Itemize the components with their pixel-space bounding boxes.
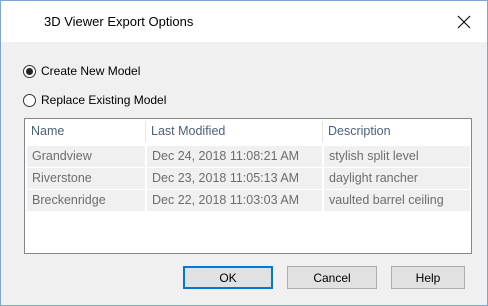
export-options-dialog: 3D Viewer Export Options Create New Mode… <box>0 0 488 306</box>
column-header-name[interactable]: Name <box>25 119 145 144</box>
close-icon <box>457 15 471 28</box>
models-list[interactable]: Name Last Modified Description Grandview… <box>24 118 472 254</box>
row-description: vaulted barrel ceiling <box>324 190 470 211</box>
row-name: Breckenridge <box>27 190 145 211</box>
row-last-modified: Dec 22, 2018 11:03:03 AM <box>147 190 322 211</box>
row-description: stylish split level <box>324 146 470 167</box>
create-new-label[interactable]: Create New Model <box>41 64 140 78</box>
create-new-model-option[interactable]: Create New Model <box>23 62 140 80</box>
title-bar: 3D Viewer Export Options <box>1 1 487 42</box>
table-row[interactable]: Grandview Dec 24, 2018 11:08:21 AM styli… <box>25 146 471 168</box>
row-last-modified: Dec 24, 2018 11:08:21 AM <box>147 146 322 167</box>
replace-existing-model-option[interactable]: Replace Existing Model <box>23 91 166 109</box>
row-description: daylight rancher <box>324 168 470 189</box>
row-name: Grandview <box>27 146 145 167</box>
list-rows: Grandview Dec 24, 2018 11:08:21 AM styli… <box>25 146 471 212</box>
column-header-description[interactable]: Description <box>322 119 471 144</box>
table-row[interactable]: Breckenridge Dec 22, 2018 11:03:03 AM va… <box>25 190 471 212</box>
close-button[interactable] <box>441 1 487 42</box>
table-row[interactable]: Riverstone Dec 23, 2018 11:05:13 AM dayl… <box>25 168 471 190</box>
dialog-title: 3D Viewer Export Options <box>44 14 194 29</box>
create-new-radio[interactable] <box>23 64 36 78</box>
column-header-last-modified[interactable]: Last Modified <box>145 119 322 144</box>
help-button[interactable]: Help <box>391 266 465 289</box>
cancel-button[interactable]: Cancel <box>287 266 377 289</box>
row-last-modified: Dec 23, 2018 11:05:13 AM <box>147 168 322 189</box>
row-name: Riverstone <box>27 168 145 189</box>
list-header: Name Last Modified Description <box>25 119 471 144</box>
replace-existing-radio[interactable] <box>23 93 36 107</box>
replace-existing-label[interactable]: Replace Existing Model <box>41 93 166 107</box>
ok-button[interactable]: OK <box>183 266 273 289</box>
